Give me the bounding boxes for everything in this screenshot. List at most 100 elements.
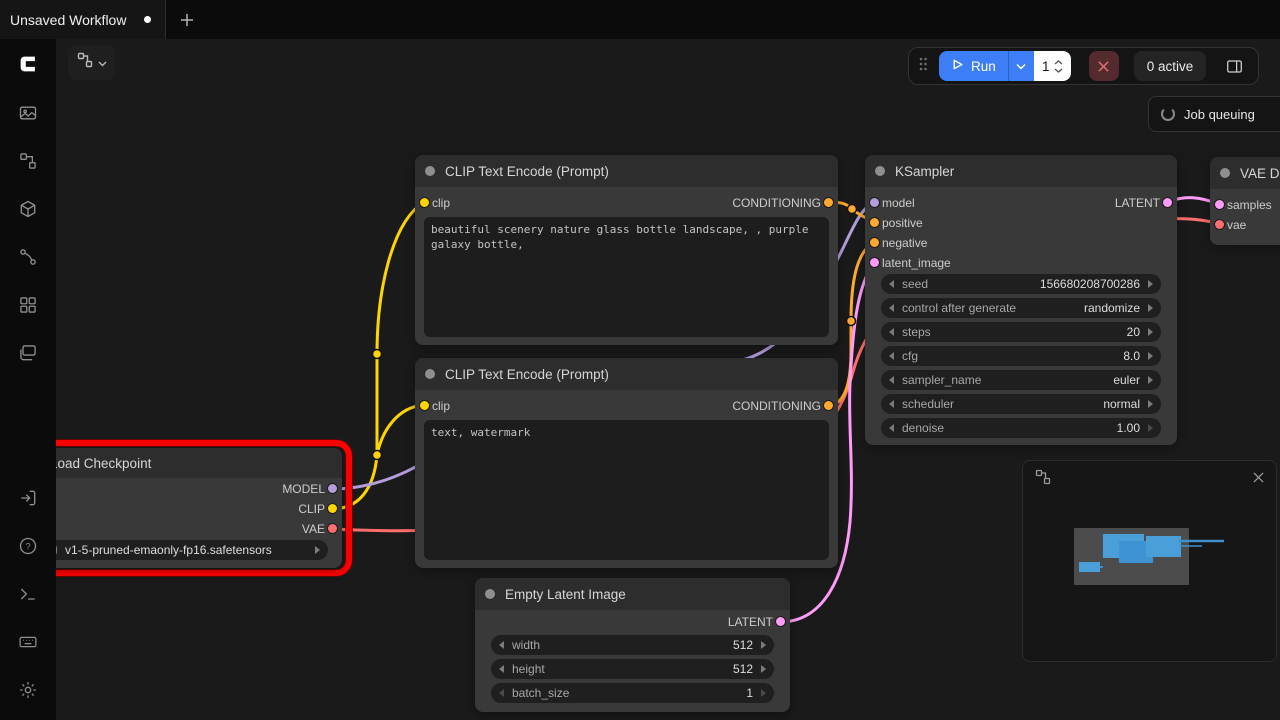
increment-icon[interactable] xyxy=(1148,280,1153,288)
workflow-selector-button[interactable] xyxy=(68,45,115,80)
sidebar-item-queue[interactable] xyxy=(0,89,56,137)
sidebar-item-settings[interactable] xyxy=(0,666,56,714)
node-header[interactable]: KSampler xyxy=(865,155,1177,187)
input-slot-clip[interactable] xyxy=(420,198,429,207)
next-option-icon[interactable] xyxy=(1148,400,1153,408)
widget-control-after-generate[interactable]: control after generate randomize xyxy=(881,298,1161,318)
output-slot-latent[interactable] xyxy=(776,617,785,626)
next-option-icon[interactable] xyxy=(1148,376,1153,384)
node-clip-text-encode-positive[interactable]: CLIP Text Encode (Prompt) clip CONDITION… xyxy=(415,155,838,345)
prompt-textarea[interactable]: beautiful scenery nature glass bottle la… xyxy=(424,217,829,337)
prev-option-icon[interactable] xyxy=(889,304,894,312)
run-options-dropdown[interactable] xyxy=(1008,51,1034,81)
cancel-run-button[interactable] xyxy=(1089,51,1119,81)
input-slot-clip[interactable] xyxy=(420,401,429,410)
output-slot-conditioning[interactable] xyxy=(824,198,833,207)
collapse-dot-icon[interactable] xyxy=(485,589,495,599)
sidebar-item-templates[interactable] xyxy=(0,281,56,329)
reroute-dot[interactable] xyxy=(373,350,382,359)
run-split-button: Run 1 xyxy=(939,51,1071,81)
decrement-icon[interactable] xyxy=(889,352,894,360)
decrement-icon[interactable] xyxy=(889,280,894,288)
input-slot-negative[interactable] xyxy=(870,238,879,247)
minimap-viewport[interactable] xyxy=(1023,497,1276,661)
sidebar-item-layers[interactable] xyxy=(0,329,56,377)
widget-steps[interactable]: steps 20 xyxy=(881,322,1161,342)
collapse-dot-icon[interactable] xyxy=(425,369,435,379)
widget-scheduler[interactable]: scheduler normal xyxy=(881,394,1161,414)
reroute-dot[interactable] xyxy=(847,317,856,326)
increment-icon[interactable] xyxy=(1148,352,1153,360)
node-empty-latent-image[interactable]: Empty Latent Image LATENT width 512 heig… xyxy=(475,578,790,712)
input-label-samples: samples xyxy=(1227,198,1272,212)
node-header[interactable]: VAE Decode xyxy=(1210,157,1280,189)
decrement-icon[interactable] xyxy=(499,665,504,673)
collapse-dot-icon[interactable] xyxy=(425,166,435,176)
widget-denoise[interactable]: denoise 1.00 xyxy=(881,418,1161,438)
output-slot-conditioning[interactable] xyxy=(824,401,833,410)
drag-handle-icon[interactable] xyxy=(918,56,928,77)
node-load-checkpoint[interactable]: Load Checkpoint MODEL CLIP VAE v1-5-prun… xyxy=(20,448,342,568)
output-slot-model[interactable] xyxy=(328,484,337,493)
prev-option-icon[interactable] xyxy=(889,376,894,384)
decrement-icon[interactable] xyxy=(499,641,504,649)
widget-seed[interactable]: seed 156680208700286 xyxy=(881,274,1161,294)
minimap-close-button[interactable] xyxy=(1253,470,1264,488)
output-slot-latent[interactable] xyxy=(1163,198,1172,207)
new-workflow-button[interactable] xyxy=(166,0,208,39)
node-header[interactable]: CLIP Text Encode (Prompt) xyxy=(415,155,838,187)
input-slot-vae[interactable] xyxy=(1215,220,1224,229)
sidebar-item-help[interactable]: ? xyxy=(0,522,56,570)
sidebar-item-logout[interactable] xyxy=(0,474,56,522)
reroute-dot[interactable] xyxy=(373,451,382,460)
widget-height[interactable]: height 512 xyxy=(491,659,774,679)
widget-width[interactable]: width 512 xyxy=(491,635,774,655)
widget-batch-size[interactable]: batch_size 1 xyxy=(491,683,774,703)
prompt-textarea[interactable]: text, watermark xyxy=(424,420,829,560)
widget-sampler-name[interactable]: sampler_name euler xyxy=(881,370,1161,390)
sidebar-item-workflows[interactable] xyxy=(0,233,56,281)
widget-ckpt-name[interactable]: v1-5-pruned-emaonly-fp16.safetensors xyxy=(44,540,328,560)
node-clip-text-encode-negative[interactable]: CLIP Text Encode (Prompt) clip CONDITION… xyxy=(415,358,838,568)
sidebar-item-terminal[interactable] xyxy=(0,570,56,618)
increment-icon[interactable] xyxy=(761,641,766,649)
prev-option-icon[interactable] xyxy=(889,400,894,408)
sidebar-item-keyboard[interactable] xyxy=(0,618,56,666)
reroute-dot[interactable] xyxy=(848,205,857,214)
input-slot-latent-image[interactable] xyxy=(870,258,879,267)
stepper-arrows[interactable] xyxy=(1054,60,1063,73)
run-button[interactable]: Run xyxy=(939,51,1008,81)
output-slot-clip[interactable] xyxy=(328,504,337,513)
next-option-icon[interactable] xyxy=(315,546,320,554)
increment-icon[interactable] xyxy=(1148,328,1153,336)
increment-icon[interactable] xyxy=(761,689,766,697)
node-vae-decode[interactable]: VAE Decode samples vae xyxy=(1210,157,1280,245)
output-label-conditioning: CONDITIONING xyxy=(732,399,821,413)
comfyui-logo[interactable] xyxy=(0,39,56,89)
input-slot-samples[interactable] xyxy=(1215,200,1224,209)
output-slot-vae[interactable] xyxy=(328,524,337,533)
collapse-dot-icon[interactable] xyxy=(1220,168,1230,178)
collapse-dot-icon[interactable] xyxy=(875,166,885,176)
toggle-panel-button[interactable] xyxy=(1219,51,1249,81)
input-slot-positive[interactable] xyxy=(870,218,879,227)
widget-cfg[interactable]: cfg 8.0 xyxy=(881,346,1161,366)
tab-unsaved-workflow[interactable]: Unsaved Workflow xyxy=(0,0,166,39)
sidebar-item-node-library[interactable] xyxy=(0,137,56,185)
decrement-icon[interactable] xyxy=(889,328,894,336)
next-option-icon[interactable] xyxy=(1148,304,1153,312)
node-header[interactable]: CLIP Text Encode (Prompt) xyxy=(415,358,838,390)
minimap-header xyxy=(1023,461,1276,497)
unsaved-indicator-dot[interactable] xyxy=(144,16,151,23)
input-slot-model[interactable] xyxy=(870,198,879,207)
decrement-icon[interactable] xyxy=(889,424,894,432)
node-header[interactable]: Load Checkpoint xyxy=(20,448,342,478)
increment-icon[interactable] xyxy=(1148,424,1153,432)
increment-icon[interactable] xyxy=(761,665,766,673)
node-header[interactable]: Empty Latent Image xyxy=(475,578,790,610)
node-ksampler[interactable]: KSampler model LATENT positive negative … xyxy=(865,155,1177,445)
active-jobs-badge[interactable]: 0 active xyxy=(1134,51,1207,81)
batch-count-stepper[interactable]: 1 xyxy=(1034,51,1071,81)
decrement-icon[interactable] xyxy=(499,689,504,697)
sidebar-item-model-library[interactable] xyxy=(0,185,56,233)
